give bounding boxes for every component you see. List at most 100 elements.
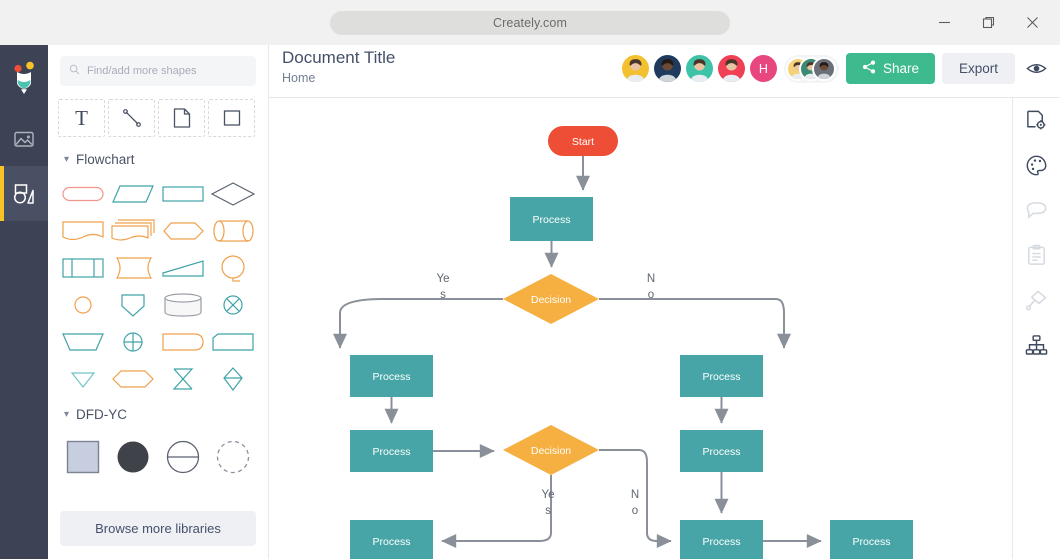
diagram-node[interactable]: Process	[350, 355, 433, 397]
shape-defined-process-down[interactable]	[108, 286, 158, 323]
shape-collate[interactable]	[158, 360, 208, 397]
shape-hexagon-flag[interactable]	[158, 212, 208, 249]
avatar-initial[interactable]: H	[750, 55, 777, 82]
section-title-dfd: DFD-YC	[76, 407, 127, 422]
page-title: Document Title	[282, 48, 395, 68]
shape-loop-limit[interactable]	[208, 249, 258, 286]
shape-direct-data[interactable]	[208, 212, 258, 249]
share-button-label: Share	[883, 61, 919, 76]
shape-dashed-circle[interactable]	[208, 434, 258, 480]
search-container	[48, 45, 268, 95]
node-label: Start	[572, 136, 594, 148]
diagram-node[interactable]: Process	[350, 430, 433, 472]
rectangle-tool[interactable]	[208, 99, 255, 137]
diagram-node[interactable]: Decision	[503, 274, 599, 324]
dfd-shape-grid	[48, 426, 268, 480]
node-label: Process	[533, 214, 571, 226]
edge-label: Yes	[541, 489, 554, 517]
shape-stored-data[interactable]	[108, 249, 158, 286]
quick-tools-row: T	[48, 95, 268, 147]
notes-icon[interactable]	[1013, 233, 1060, 278]
edge-label: Yes	[436, 273, 449, 301]
shape-multi-document[interactable]	[108, 212, 158, 249]
shape-or-gate[interactable]	[108, 323, 158, 360]
share-button[interactable]: Share	[846, 53, 935, 84]
document-settings-icon[interactable]	[1013, 98, 1060, 143]
shape-process-filled-circle[interactable]	[108, 434, 158, 480]
hierarchy-icon[interactable]	[1013, 323, 1060, 368]
flowchart-shape-grid	[48, 171, 268, 397]
format-brush-icon[interactable]	[1013, 278, 1060, 323]
shape-rectangle[interactable]	[158, 175, 208, 212]
diagram-node[interactable]: Process	[680, 355, 763, 397]
diagram-canvas[interactable]: Start Process Decision Process Process Proces…	[269, 98, 1012, 559]
shape-document[interactable]	[58, 212, 108, 249]
minimize-icon[interactable]	[922, 7, 966, 39]
diagram-node[interactable]: Process	[680, 430, 763, 472]
line-tool[interactable]	[108, 99, 155, 137]
text-tool[interactable]: T	[58, 99, 105, 137]
section-title-flowchart: Flowchart	[76, 152, 135, 167]
chevron-down-icon-dfd: ▾	[64, 409, 69, 420]
shape-diamond[interactable]	[208, 175, 258, 212]
note-tool[interactable]	[158, 99, 205, 137]
rail-item-images[interactable]	[0, 111, 48, 166]
shape-parallelogram[interactable]	[108, 175, 158, 212]
shape-triangle-down[interactable]	[58, 360, 108, 397]
shape-terminator-round-right[interactable]	[158, 323, 208, 360]
diagram-node[interactable]: Process	[510, 197, 593, 241]
avatar[interactable]	[718, 55, 745, 82]
search-icon	[69, 62, 80, 80]
shape-external-entity-square[interactable]	[58, 434, 108, 480]
diagram-node[interactable]: Decision	[503, 425, 599, 475]
edge-label: No	[631, 489, 639, 517]
restore-icon[interactable]	[966, 7, 1010, 39]
app-logo[interactable]	[0, 45, 48, 111]
diagram-node[interactable]: Process	[680, 520, 763, 559]
window-controls	[922, 0, 1054, 45]
shape-trapezoid[interactable]	[58, 323, 108, 360]
export-button[interactable]: Export	[942, 53, 1015, 84]
node-label: Process	[853, 536, 891, 548]
shape-summing-junction[interactable]	[208, 286, 258, 323]
section-header-dfd[interactable]: ▾ DFD-YC	[48, 397, 268, 426]
node-label: Decision	[531, 445, 571, 457]
shape-database[interactable]	[158, 286, 208, 323]
browse-more-libraries-button[interactable]: Browse more libraries	[60, 511, 256, 546]
shape-data-store-circle[interactable]	[158, 434, 208, 480]
preview-eye-icon[interactable]	[1022, 55, 1050, 83]
diagram-node[interactable]: Process	[350, 520, 433, 559]
shape-card[interactable]	[208, 323, 258, 360]
shape-hexagon[interactable]	[108, 360, 158, 397]
rail-item-shapes[interactable]	[0, 166, 48, 221]
chevron-down-icon: ▾	[64, 154, 69, 165]
section-header-flowchart[interactable]: ▾ Flowchart	[48, 147, 268, 171]
collaborator-avatars: H	[622, 55, 839, 83]
avatar[interactable]	[686, 55, 713, 82]
search-box[interactable]	[60, 56, 256, 86]
node-label: Decision	[531, 294, 571, 306]
node-label: Process	[373, 446, 411, 458]
avatar[interactable]	[622, 55, 649, 82]
edge-label: No	[647, 273, 655, 301]
address-bar[interactable]: Creately.com	[330, 11, 730, 35]
comments-icon[interactable]	[1013, 188, 1060, 233]
node-label: Process	[703, 371, 741, 383]
diagram-node[interactable]: Process	[830, 520, 913, 559]
node-label: Process	[703, 446, 741, 458]
diagram-node[interactable]: Start	[548, 126, 618, 156]
shape-merge-extract[interactable]	[208, 360, 258, 397]
shape-rounded-rectangle[interactable]	[58, 175, 108, 212]
close-icon[interactable]	[1010, 7, 1054, 39]
breadcrumb: Home	[282, 71, 315, 85]
search-input[interactable]	[87, 65, 247, 77]
avatar[interactable]	[812, 57, 836, 81]
document-header: Document Title Home H	[269, 45, 1060, 98]
shape-internal-storage[interactable]	[58, 249, 108, 286]
node-label: Process	[703, 536, 741, 548]
shape-trapezoid-right[interactable]	[158, 249, 208, 286]
avatar[interactable]	[654, 55, 681, 82]
shape-circle-small[interactable]	[58, 286, 108, 323]
avatar-overflow-stack[interactable]	[784, 55, 839, 83]
color-palette-icon[interactable]	[1013, 143, 1060, 188]
